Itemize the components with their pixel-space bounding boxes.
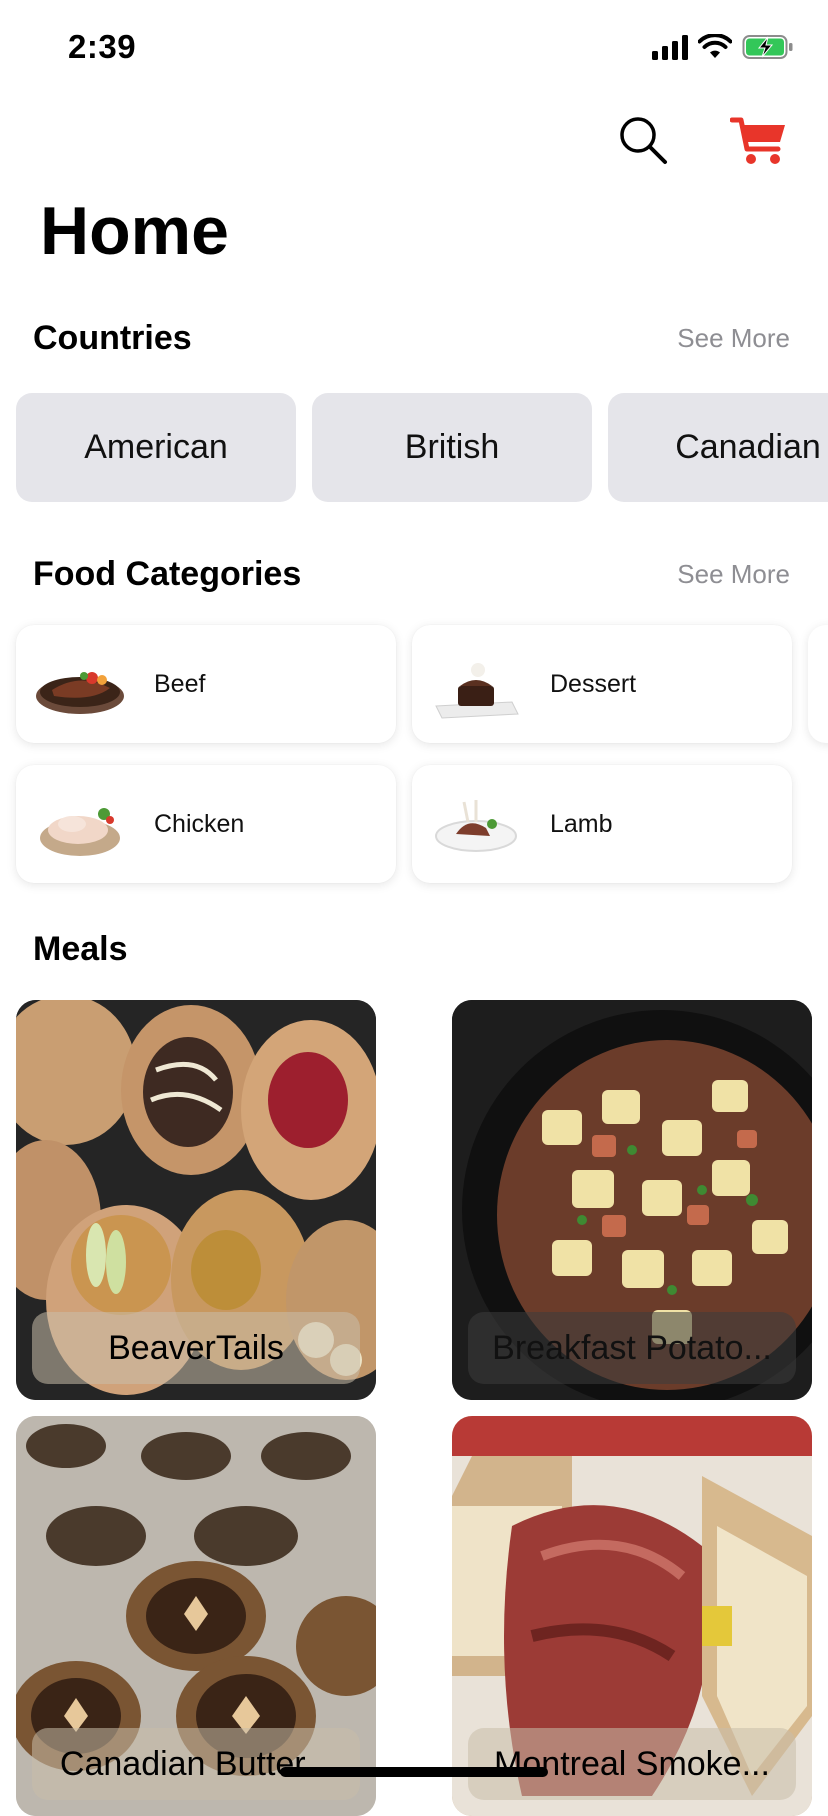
category-card-partial[interactable] [808, 625, 828, 743]
category-card-chicken[interactable]: Chicken [16, 765, 396, 883]
countries-scroller[interactable]: American British Canadian [16, 393, 828, 503]
cart-icon [729, 117, 785, 164]
country-chip-american[interactable]: American [16, 393, 296, 502]
meal-card-beavertails[interactable]: BeaverTails [16, 1000, 376, 1400]
category-card-beef[interactable]: Beef [16, 625, 396, 743]
meal-card-canadian-butter-tarts[interactable]: Canadian Butter... [16, 1416, 376, 1816]
food-categories-see-more-link[interactable]: See More [677, 559, 790, 590]
countries-title: Countries [33, 319, 192, 357]
category-card-lamb[interactable]: Lamb [412, 765, 792, 883]
battery-charging-icon [742, 35, 793, 59]
cart-button[interactable] [729, 114, 788, 166]
category-card-dessert[interactable]: Dessert [412, 625, 792, 743]
category-label-beef: Beef [154, 669, 206, 698]
status-icons [652, 34, 794, 60]
category-label-lamb: Lamb [550, 809, 613, 838]
meal-label: Canadian Butter... [32, 1728, 360, 1800]
wifi-icon [698, 34, 732, 58]
country-chip-british[interactable]: British [312, 393, 592, 502]
meal-label: BeaverTails [32, 1312, 360, 1384]
status-time: 2:39 [68, 28, 137, 65]
page-title: Home [40, 193, 229, 269]
meal-card-montreal-smoked-meat[interactable]: Montreal Smoke... [452, 1416, 812, 1816]
lamb-dish-icon [435, 800, 517, 852]
beef-dish-icon [36, 672, 124, 714]
home-indicator[interactable] [280, 1767, 548, 1777]
country-chip-canadian[interactable]: Canadian [608, 393, 828, 502]
signal-icon [652, 34, 688, 60]
search-button[interactable] [617, 114, 669, 166]
category-label-chicken: Chicken [154, 809, 245, 838]
meals-title: Meals [33, 930, 128, 968]
search-icon [620, 117, 667, 164]
meal-label: Montreal Smoke... [468, 1728, 796, 1800]
dessert-dish-icon [435, 663, 519, 719]
countries-see-more-link[interactable]: See More [677, 323, 790, 354]
category-label-dessert: Dessert [550, 669, 637, 698]
meal-card-breakfast-potatoes[interactable]: Breakfast Potato... [452, 1000, 812, 1400]
meal-label: Breakfast Potato... [468, 1312, 796, 1384]
food-categories-title: Food Categories [33, 555, 302, 593]
chicken-dish-icon [40, 808, 120, 856]
